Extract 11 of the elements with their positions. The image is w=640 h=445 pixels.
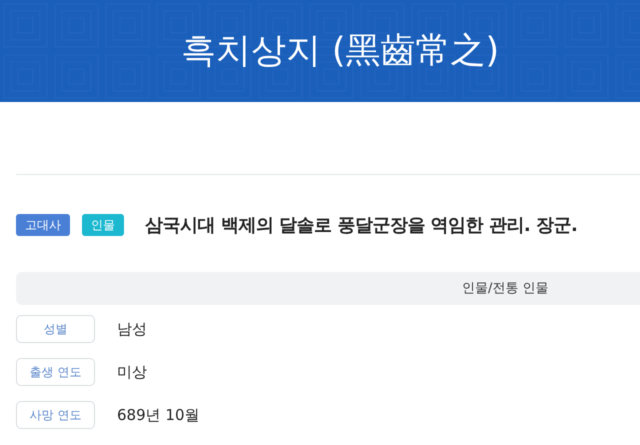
summary-text: 삼국시대 백제의 달솔로 풍달군장을 역임한 관리. 장군. (145, 214, 578, 238)
page-title: 흑치상지 (黑齒常之) (180, 30, 500, 73)
field-value: 689년 10월 (117, 404, 200, 426)
field-value: 미상 (117, 362, 147, 383)
category-tag[interactable]: 인물 (82, 214, 124, 236)
category-text: 인물/전통 인물 (462, 280, 549, 298)
field-label: 출생 연도 (16, 358, 95, 386)
category-tag[interactable]: 고대사 (16, 214, 70, 236)
field-label: 성별 (16, 315, 95, 343)
field-label: 사망 연도 (16, 401, 95, 429)
field-value: 남성 (117, 318, 147, 340)
